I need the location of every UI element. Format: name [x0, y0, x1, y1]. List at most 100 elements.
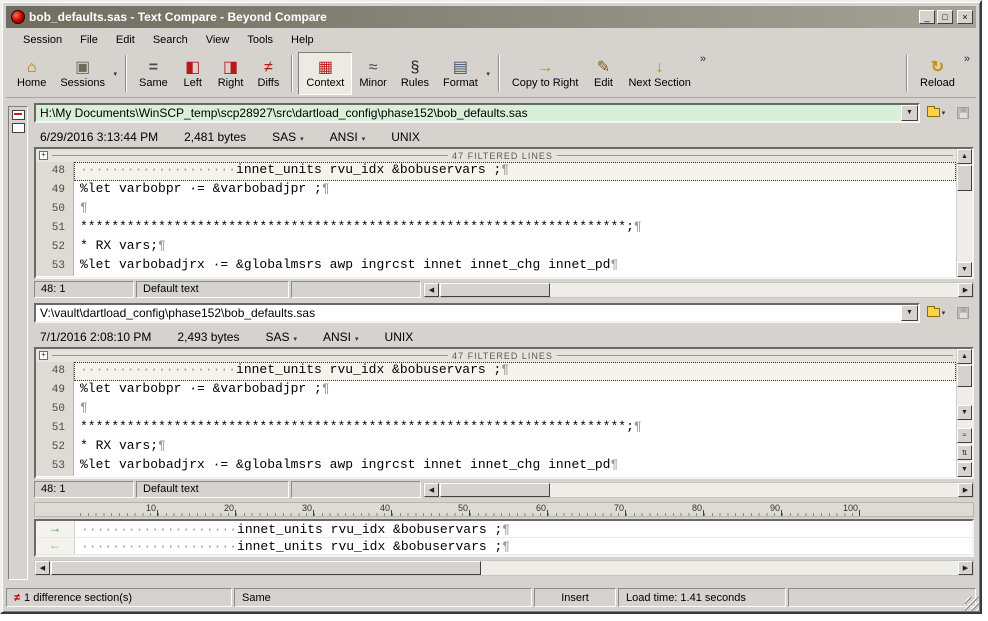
expand-icon[interactable]: + — [39, 351, 48, 360]
scroll-left-button[interactable]: ◀ — [424, 283, 439, 297]
scrollbar-thumb[interactable] — [957, 165, 972, 191]
shared-horizontal-scrollbar[interactable]: ◀ ▶ — [34, 560, 974, 576]
bottom-horizontal-scrollbar[interactable]: ◀ ▶ — [423, 482, 974, 498]
save-icon — [957, 307, 969, 319]
scroll-right-button[interactable]: ▶ — [958, 561, 973, 575]
scroll-right-button[interactable]: ▶ — [958, 283, 973, 297]
scrollbar-thumb[interactable] — [957, 365, 972, 387]
filtered-lines-label: 47 FILTERED LINES — [452, 151, 553, 161]
format-dropdown-icon[interactable]: ▾ — [486, 70, 490, 78]
bottom-save-button[interactable] — [952, 303, 974, 323]
bottom-encoding-select[interactable]: ANSI▾ — [323, 330, 359, 344]
line-text: * RX vars;¶ — [74, 238, 956, 257]
scroll-up-button[interactable]: ▲ — [957, 349, 972, 364]
code-line[interactable]: 49 %let varbobpr ·= &varbobadjpr ;¶ — [36, 381, 956, 400]
toolbar-overflow-icon[interactable]: » — [698, 52, 708, 66]
bottom-file-path-input[interactable] — [36, 305, 901, 321]
sessions-dropdown-icon[interactable]: ▾ — [113, 70, 117, 78]
code-line[interactable]: 51 *************************************… — [36, 219, 956, 238]
next-difference-button[interactable]: ▼ — [957, 462, 972, 477]
reload-icon: ↻ — [931, 59, 944, 77]
minimize-button[interactable]: _ — [919, 10, 935, 24]
context-button[interactable]: ▦ Context — [298, 52, 352, 95]
next-section-button[interactable]: ↓ Next Section — [621, 52, 697, 95]
format-button[interactable]: ▤ Format ▾ — [436, 52, 493, 95]
menu-session[interactable]: Session — [14, 31, 71, 49]
bottom-path-dropdown-button[interactable]: ▼ — [901, 305, 918, 321]
scrollbar-thumb[interactable] — [51, 561, 481, 575]
bottom-format-select[interactable]: SAS▾ — [265, 330, 297, 344]
detail-line-left[interactable]: → ····················innet_units rvu_id… — [36, 521, 972, 538]
top-encoding-select[interactable]: ANSI▾ — [330, 130, 366, 144]
show-same-button[interactable]: = Same — [132, 52, 175, 95]
code-line[interactable]: 50 ¶ — [36, 400, 956, 419]
center-differences-button[interactable]: ≈ — [957, 428, 972, 443]
detail-line-right[interactable]: ← ····················innet_units rvu_id… — [36, 538, 972, 555]
show-diffs-button[interactable]: ≠ Diffs — [250, 52, 286, 95]
top-save-button[interactable] — [952, 103, 974, 123]
menu-help[interactable]: Help — [282, 31, 323, 49]
copy-to-right-button[interactable]: → Copy to Right — [505, 52, 586, 95]
resize-grip[interactable] — [965, 597, 979, 611]
code-line[interactable]: 50 ¶ — [36, 200, 956, 219]
reload-button[interactable]: ↻ Reload — [913, 52, 962, 95]
toolbar-overflow-icon[interactable]: » — [962, 52, 972, 66]
file-map-strip[interactable] — [8, 106, 28, 580]
menu-search[interactable]: Search — [144, 31, 197, 49]
code-line[interactable]: 52 * RX vars;¶ — [36, 238, 956, 257]
not-equal-icon: ≠ — [14, 592, 20, 604]
code-line[interactable]: 52 * RX vars;¶ — [36, 438, 956, 457]
code-line[interactable]: 48 ····················innet_units rvu_i… — [36, 162, 956, 181]
top-file-path-input[interactable] — [36, 105, 901, 121]
maximize-button[interactable]: □ — [937, 10, 953, 24]
code-line[interactable]: 49 %let varbobpr ·= &varbobadjpr ;¶ — [36, 181, 956, 200]
close-button[interactable]: × — [957, 10, 973, 24]
top-editor-pane[interactable]: + 47 FILTERED LINES 48 ·················… — [34, 147, 974, 279]
code-line[interactable]: 53 %let varbobadjrx ·= &globalmsrs awp i… — [36, 457, 956, 476]
cursor-position: 48: 1 — [34, 481, 134, 498]
code-line[interactable]: 48 ····················innet_units rvu_i… — [36, 362, 956, 381]
home-button[interactable]: ⌂ Home — [10, 52, 53, 95]
scroll-left-button[interactable]: ◀ — [35, 561, 50, 575]
top-path-dropdown-button[interactable]: ▼ — [901, 105, 918, 121]
load-time: Load time: 1.41 seconds — [618, 588, 786, 607]
expand-icon[interactable]: + — [39, 151, 48, 160]
show-right-button[interactable]: ◨ Right — [211, 52, 251, 95]
scroll-up-button[interactable]: ▲ — [957, 149, 972, 164]
lock-scrolling-button[interactable]: ⇅ — [957, 445, 972, 460]
title-bar[interactable]: bob_defaults.sas - Text Compare - Beyond… — [6, 6, 976, 28]
top-horizontal-scrollbar[interactable]: ◀ ▶ — [423, 282, 974, 298]
menu-view[interactable]: View — [197, 31, 239, 49]
line-number: 51 — [36, 219, 74, 238]
left-line-arrow-icon: → — [36, 521, 75, 537]
scroll-right-button[interactable]: ▶ — [958, 483, 973, 497]
bottom-path-row: ▼ ▾ — [34, 302, 974, 323]
map-file-box-bottom — [12, 123, 25, 133]
top-filtered-lines-header[interactable]: + 47 FILTERED LINES — [36, 149, 956, 162]
bottom-vertical-scrollbar[interactable]: ▲ ▼ ≈ ⇅ ▼ — [956, 349, 972, 477]
status-filler — [788, 588, 976, 607]
menu-edit[interactable]: Edit — [107, 31, 144, 49]
minor-button[interactable]: ≈ Minor — [352, 52, 394, 95]
show-left-button[interactable]: ◧ Left — [175, 52, 211, 95]
scrollbar-thumb[interactable] — [440, 483, 550, 497]
menu-tools[interactable]: Tools — [238, 31, 282, 49]
bottom-filtered-lines-header[interactable]: + 47 FILTERED LINES — [36, 349, 956, 362]
code-line[interactable]: 51 *************************************… — [36, 419, 956, 438]
scroll-left-button[interactable]: ◀ — [424, 483, 439, 497]
sessions-button[interactable]: ▣ Sessions ▾ — [53, 52, 120, 95]
code-line[interactable]: 53 %let varbobadjrx ·= &globalmsrs awp i… — [36, 257, 956, 276]
rules-button[interactable]: § Rules — [394, 52, 436, 95]
bottom-editor-pane[interactable]: + 47 FILTERED LINES 48 ·················… — [34, 347, 974, 479]
top-browse-button[interactable]: ▾ — [925, 103, 947, 123]
scroll-down-button[interactable]: ▼ — [957, 262, 972, 277]
top-vertical-scrollbar[interactable]: ▲ ▼ — [956, 149, 972, 277]
edit-button[interactable]: ✎ Edit — [585, 52, 621, 95]
top-format-select[interactable]: SAS▾ — [272, 130, 304, 144]
scroll-down-button[interactable]: ▼ — [957, 405, 972, 420]
scrollbar-thumb[interactable] — [440, 283, 550, 297]
rules-icon: § — [410, 59, 419, 77]
folder-open-icon — [927, 108, 940, 117]
bottom-browse-button[interactable]: ▾ — [925, 303, 947, 323]
menu-file[interactable]: File — [71, 31, 107, 49]
